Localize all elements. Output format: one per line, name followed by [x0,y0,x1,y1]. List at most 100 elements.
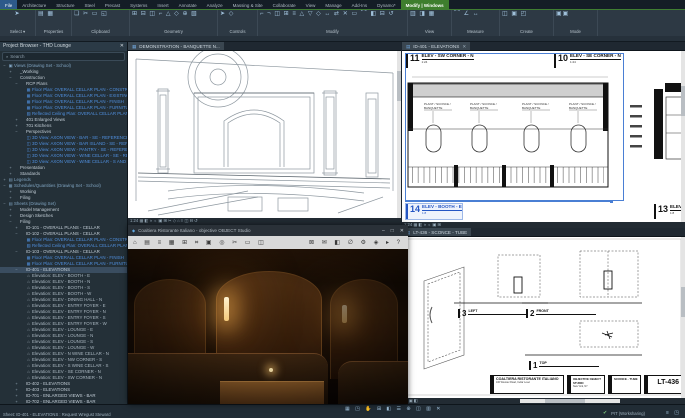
tab-id401-elevations[interactable]: ▤ ID-401 - ELEVATIONS ✕ [402,42,470,50]
elevation-title[interactable]: 11 ELEV - SW CORNER - N1:24 [406,53,554,68]
ribbon-tab[interactable]: Analyze [202,0,228,9]
status-bar: Sheet: ID-401 - ELEVATIONS : Request Wre… [0,404,685,418]
titleblock-sheet-number: LT-436 [644,375,682,394]
ribbon-panel-label[interactable]: Clipboard [72,29,129,36]
tree-expander[interactable]: − [2,201,7,207]
tree-expander[interactable]: − [2,183,7,189]
ribbon-tab[interactable]: Systems [125,0,152,9]
axon-view-canvas[interactable] [128,51,401,218]
render-window[interactable]: ◆ Coaltiera Ristorante Italiano - object… [128,225,408,404]
ribbon-tab[interactable]: Precast [100,0,125,9]
ribbon-panel-icons[interactable]: ➤ [0,10,35,29]
tree-expander[interactable]: − [2,63,7,69]
svg-text:BANQUETTE: BANQUETTE [522,106,540,110]
ribbon-panel-icons[interactable]: ▤ ▦ [36,10,71,29]
ribbon-tab[interactable]: View [301,0,321,9]
sconce-sheet-canvas[interactable]: 3 LEFT 2 FRONT 1 TOP COALTIERA RISTORANT… [402,237,685,398]
selection-handle[interactable] [610,200,613,203]
tree-expander[interactable]: − [14,129,19,135]
ribbon-panel-icons[interactable]: ⌐ ¬ ◫ ⊞ ≡ △ ▽ ◇ ↔ ⇄ ✕ ▭ ⌒ ◧ ⊟ ↺ [258,10,407,29]
ribbon-panel: ⊞ ⊟ ◫ ⌐ △ ◇ ⊕ ▧ Geometry [130,10,218,36]
tree-expander[interactable]: − [14,267,19,273]
render-image[interactable] [128,249,408,404]
ribbon-panel-label[interactable]: View [408,29,451,36]
titleblock-sheet-name: SCONCE - TUBE [608,375,641,394]
view-label[interactable]: 3 LEFT [458,309,528,318]
ribbon-panel-icons[interactable]: ▥ ◨ ▦ [408,10,451,29]
project-browser-title: Project Browser - THD Lounge [3,42,71,51]
tab-lt436-sconce-tube[interactable]: ▤ LT-436 - SCONCE - TUBE [402,228,471,236]
maximize-button[interactable]: □ [391,228,394,234]
ribbon-tab[interactable]: Modify | Windows [401,0,449,9]
ribbon-tab[interactable]: Steel [80,0,100,9]
close-icon[interactable]: ✕ [120,42,124,51]
tree-item-label: 3D View: AXON VIEW - WINE CELLAR - S AND… [32,159,127,165]
ribbon-tab[interactable]: Annotate [174,0,202,9]
ribbon-panel: ◫ ▣ ◰ Create [500,10,554,36]
ribbon-panel-label[interactable]: Controls [218,29,257,36]
tree-expander[interactable]: − [14,231,19,237]
selection-line [405,201,611,202]
ribbon-tab[interactable]: File [0,0,17,9]
elevation-title[interactable]: 10 ELEV - SE CORNER - N1:24 [554,53,685,68]
tree-expander[interactable]: − [8,219,13,225]
sconce-vertical-scrollbar[interactable] [681,237,685,398]
ribbon-panel-icons[interactable]: ⊞ ⊟ ◫ ⌐ △ ◇ ⊕ ▧ [130,10,217,29]
tree-expander[interactable]: − [8,75,13,81]
ribbon-panel: ➤ ◇ Controls [218,10,258,36]
axon-view-control-bar[interactable]: 1:24 ▦ ◧ ◑ ☼ ▣ ⊞ ✂ ◇ ⌂ ≡ ◫ ⊟ ↺ [128,218,401,225]
ribbon-panel-label[interactable]: Mode [554,29,597,36]
elev-titles-top: 11 ELEV - SW CORNER - N1:24 10 ELEV - SE… [406,53,682,68]
ribbon-tab[interactable]: Manage [320,0,346,9]
ribbon-tab[interactable]: Add-Ins [347,0,373,9]
view-label[interactable]: 2 FRONT [526,309,596,318]
ribbon-panel-label[interactable]: Create [500,29,553,36]
ribbon-tab[interactable]: Massing & Site [228,0,268,9]
ribbon-panel-label[interactable]: Geometry [130,29,217,36]
status-far-icons[interactable]: ≡ ◳ [666,410,681,416]
ribbon-panel-icons[interactable]: ▣▣ [554,10,597,29]
ribbon-tab[interactable]: Structure [51,0,79,9]
ribbon-panel-label[interactable]: Properties [36,29,71,36]
worksharing-status[interactable]: ✔ PIT (Worksharing) [603,410,645,416]
ribbon-tab[interactable]: Insert [152,0,173,9]
elev-vertical-scrollbar[interactable] [681,51,685,222]
ribbon-panel-label[interactable]: Modify [258,29,407,36]
minimize-button[interactable]: – [382,228,385,234]
ribbon-panel-icons[interactable]: ⌒ ∠ ↔ [452,10,499,29]
sheet-icon: ▤ [406,42,410,51]
tab-demonstration-banquette[interactable]: ▦ DEMONSTRATION - BANQUETTE N... [128,42,224,50]
search-input[interactable]: ⌕ Search [2,52,125,61]
render-toolbar-right-icons[interactable]: ⊠ ✉ ◧ ∅ ⚙ ◈ ▸ ? [309,239,403,246]
status-text: Sheet: ID-401 - ELEVATIONS : Request Wre… [3,412,111,417]
ribbon-panel-label[interactable]: Measure [452,29,499,36]
sconce-horizontal-scrollbar[interactable] [520,399,620,403]
elevation-title[interactable]: 13 ELEV1:8 [654,204,682,219]
tree-expander[interactable]: − [14,81,19,87]
elev-sheet-canvas[interactable]: 11 ELEV - SW CORNER - N1:24 10 ELEV - SE… [402,51,685,222]
ribbon-panel-label[interactable]: Select ▾ [0,29,35,36]
ribbon-panel-icons[interactable]: ❏ ✂ ▭ ◱ [72,10,129,29]
ribbon-panel-icons[interactable]: ➤ ◇ [218,10,257,29]
ribbon-tab[interactable]: Architecture [17,0,51,9]
ribbon-panel: ❏ ✂ ▭ ◱ Clipboard [72,10,130,36]
ribbon-tab[interactable]: Dynamo* [372,0,401,9]
render-window-titlebar[interactable]: ◆ Coaltiera Ristorante Italiano - object… [128,225,408,236]
elevation-title[interactable]: 14 ELEV - BOOTH - E1:8 [406,204,462,219]
render-app-icon: ◆ [132,228,135,233]
svg-text:BANQUETTE: BANQUETTE [569,106,587,110]
project-browser-header[interactable]: Project Browser - THD Lounge ✕ [0,42,127,51]
ribbon-tab[interactable]: Collaborate [268,0,301,9]
tree-expander[interactable]: − [14,249,19,255]
status-toolbar-icons[interactable]: ▦ ◳ ✋ ⊞ ◧ ☰ ⊕ ◫ ▥ ✕ [345,406,442,412]
axon-vertical-scrollbar[interactable] [397,51,401,218]
render-toolbar-left-icons[interactable]: ⌂ ▤ ≡ ▦ ⊞ ⌗ ▣ ◎ ✂ ▭ ◫ [133,239,267,247]
close-button[interactable]: ✕ [400,228,404,234]
ribbon-panel-icons[interactable]: ◫ ▣ ◰ [500,10,553,29]
ribbon-panel: ▤ ▦ Properties [36,10,72,36]
ribbon-panel: ⌐ ¬ ◫ ⊞ ≡ △ ▽ ◇ ↔ ⇄ ✕ ▭ ⌒ ◧ ⊟ ↺ Modify [258,10,408,36]
render-vignette [128,249,408,404]
elev-titles-bottom: 14 ELEV - BOOTH - E1:8 13 ELEV1:8 [406,204,682,219]
close-icon[interactable]: ✕ [462,42,466,51]
view-label[interactable]: 1 TOP [529,361,599,370]
